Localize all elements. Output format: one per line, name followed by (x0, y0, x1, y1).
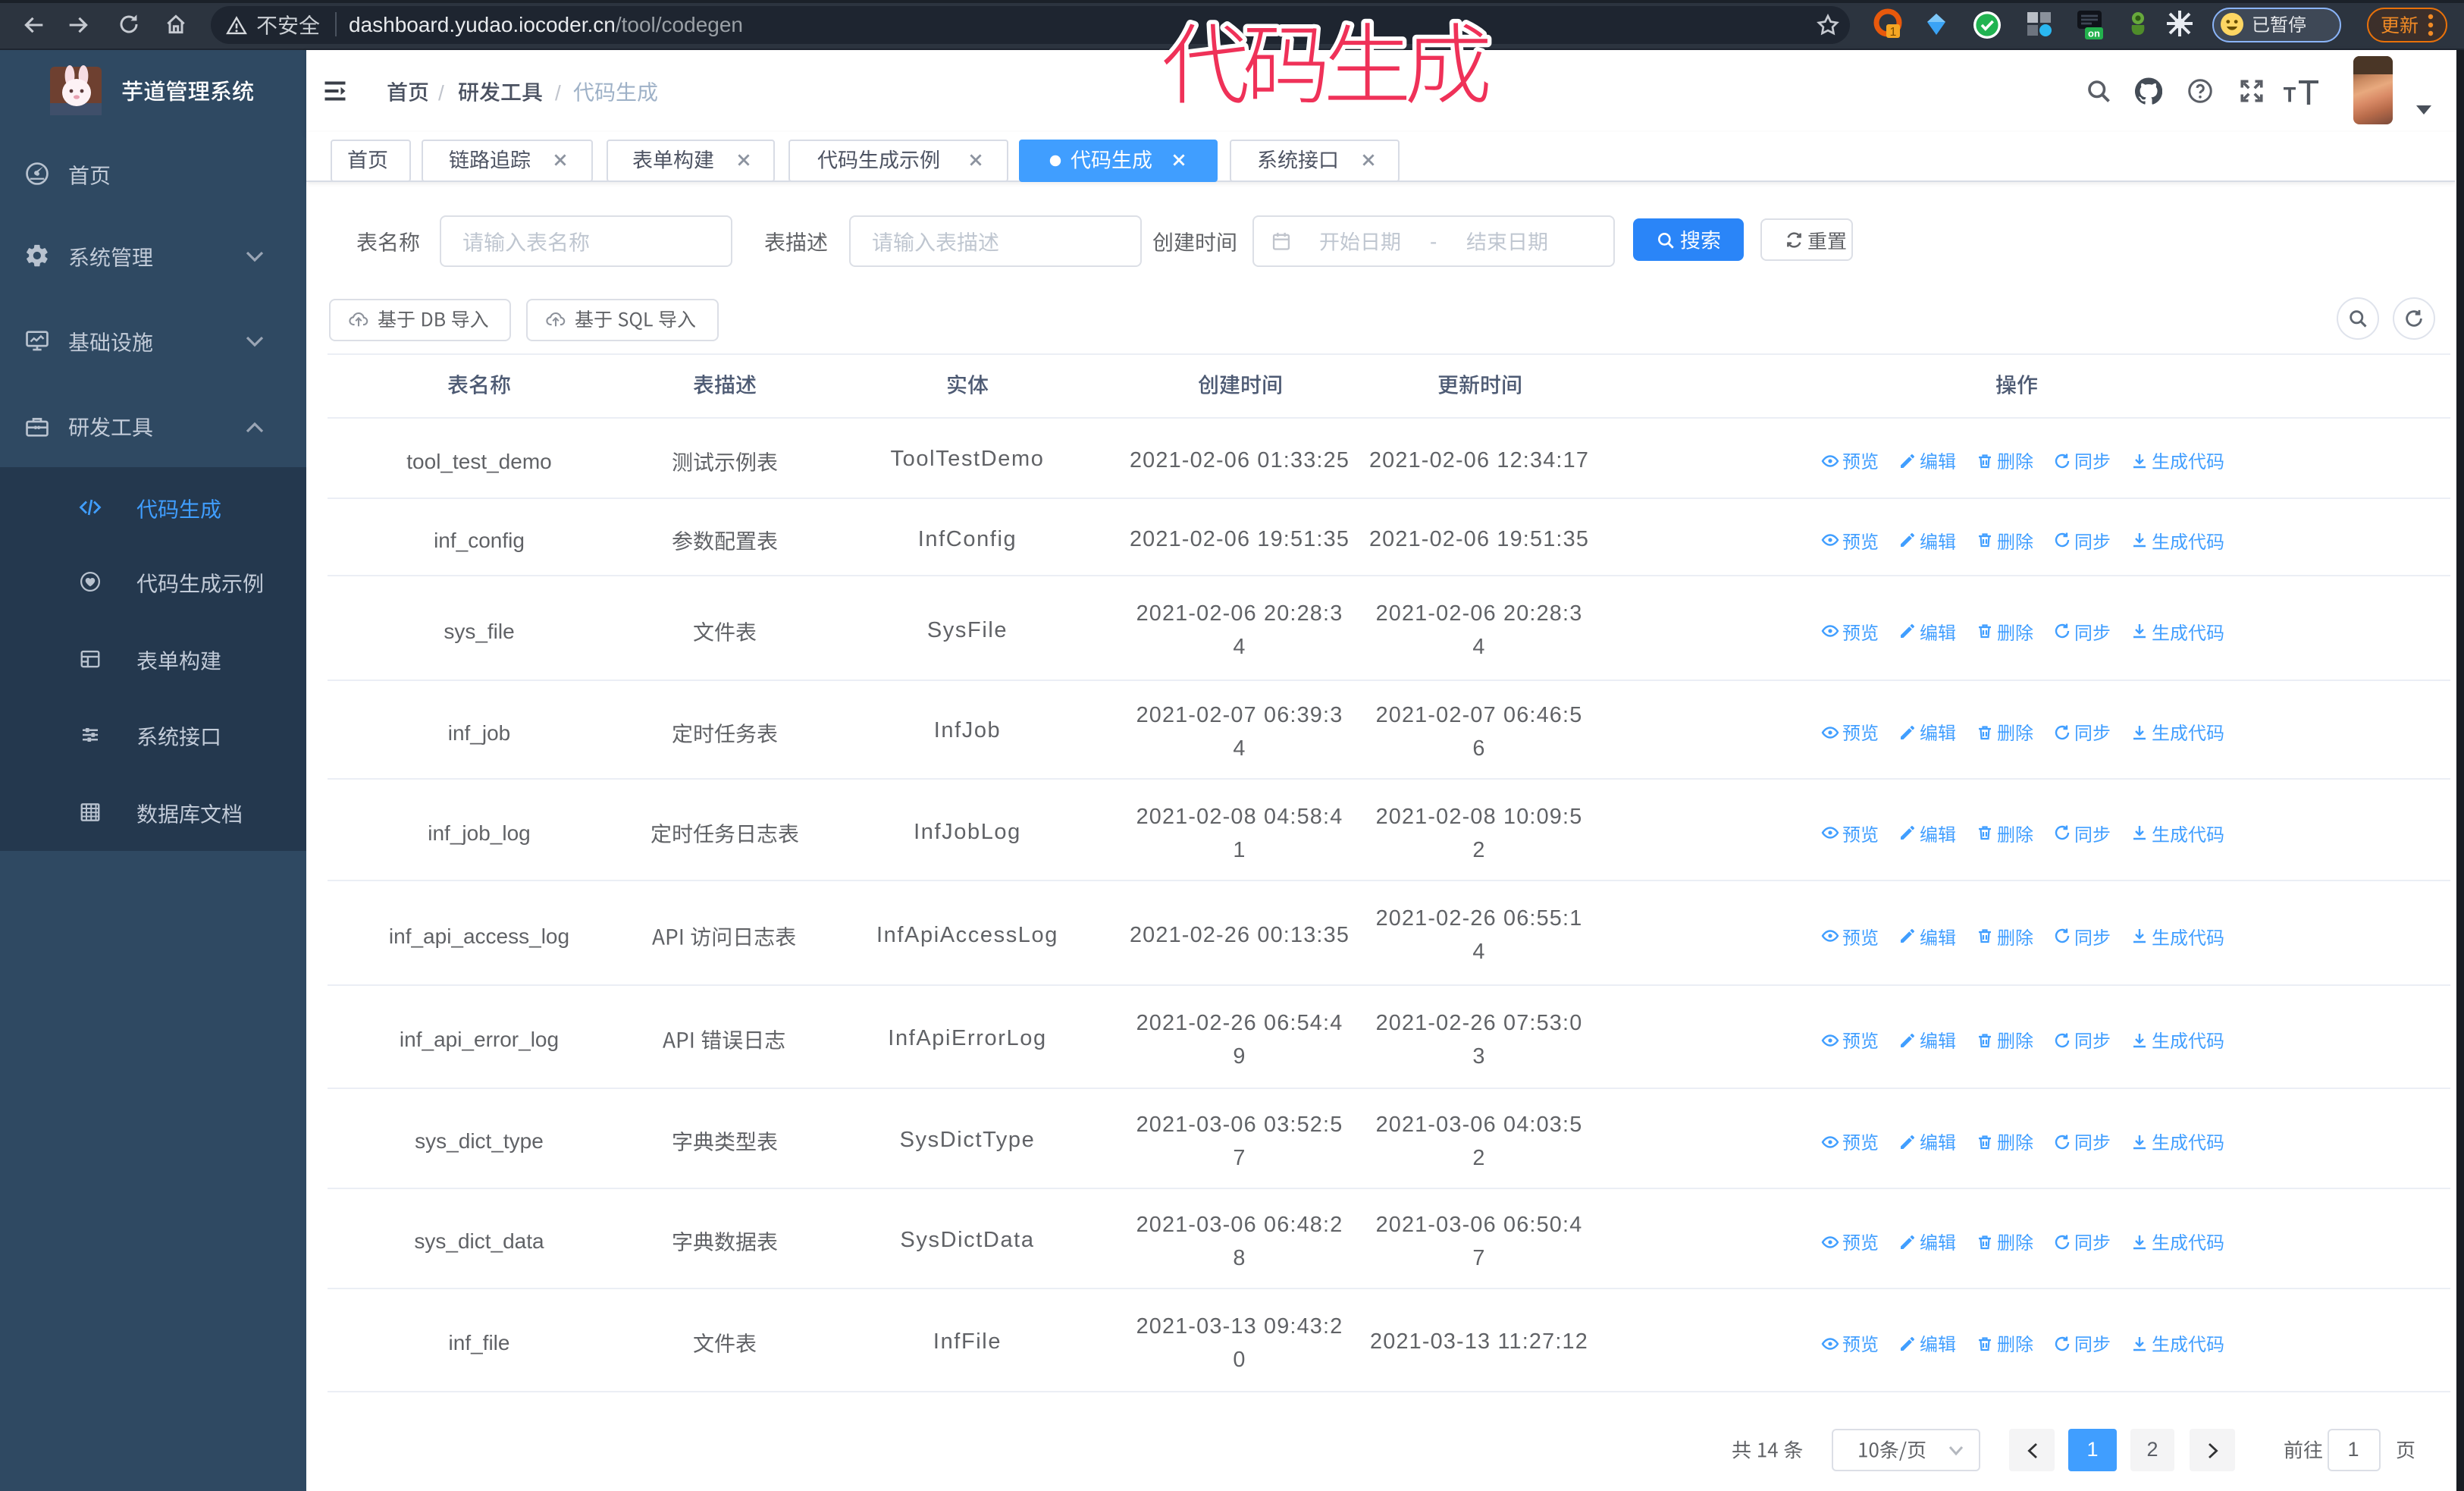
svg-text:on: on (2088, 27, 2100, 39)
svg-text:1: 1 (1890, 26, 1897, 39)
